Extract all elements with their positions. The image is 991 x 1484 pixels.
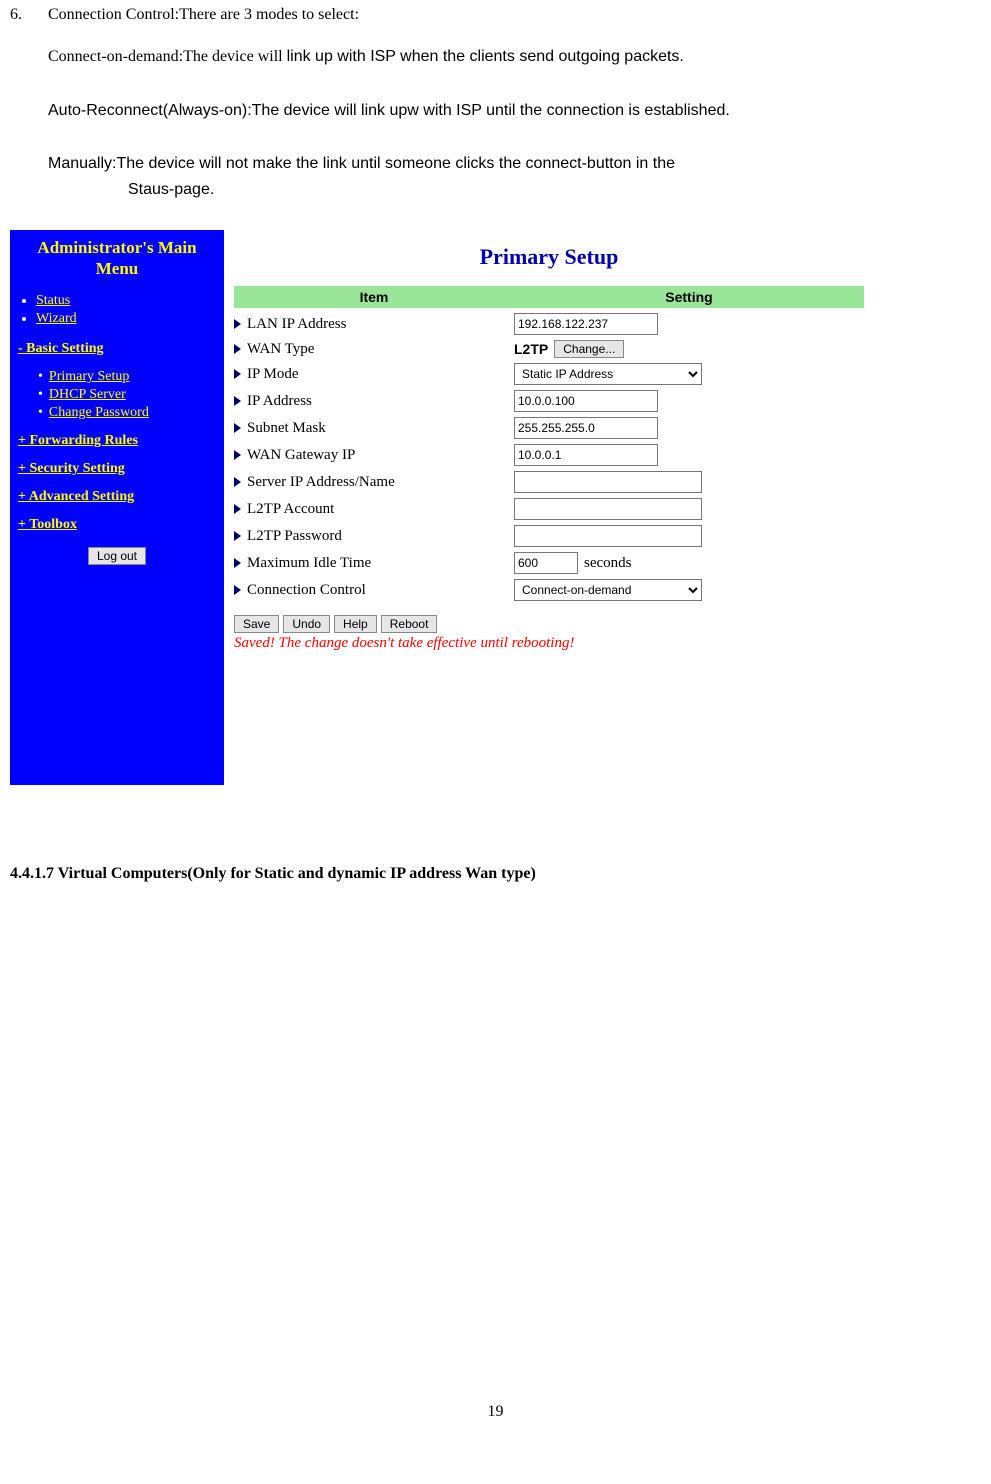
- saved-message: Saved! The change doesn't take effective…: [234, 635, 864, 652]
- lan-ip-input[interactable]: [514, 313, 658, 335]
- header-item: Item: [234, 286, 514, 308]
- reboot-button[interactable]: Reboot: [381, 615, 438, 633]
- doc-text-block: 6. Connection Control:There are 3 modes …: [0, 0, 991, 202]
- connection-control-label: Connection Control: [247, 582, 366, 599]
- triangle-icon: [234, 477, 241, 487]
- triangle-icon: [234, 396, 241, 406]
- undo-button[interactable]: Undo: [283, 615, 330, 633]
- main-content: Primary Setup Item Setting LAN IP Addres…: [224, 230, 870, 785]
- auto-reconnect-desc: Auto-Reconnect(Always-on):The device wil…: [48, 98, 981, 124]
- triangle-icon: [234, 585, 241, 595]
- server-ip-label: Server IP Address/Name: [247, 474, 395, 491]
- sidebar-security-setting-link[interactable]: + Security Setting: [18, 461, 125, 476]
- connect-on-demand-desc: Connect-on-demand:The device will link u…: [48, 44, 981, 70]
- triangle-icon: [234, 344, 241, 354]
- wan-type-label: WAN Type: [247, 341, 314, 358]
- section-heading: 4.4.1.7 Virtual Computers(Only for Stati…: [10, 865, 991, 883]
- l2tp-password-input[interactable]: [514, 525, 702, 547]
- page-number: 19: [0, 1403, 991, 1421]
- idle-unit-label: seconds: [584, 555, 632, 572]
- save-button[interactable]: Save: [234, 615, 279, 633]
- list-title: Connection Control:There are 3 modes to …: [48, 6, 981, 24]
- triangle-icon: [234, 450, 241, 460]
- sidebar-change-password-link[interactable]: Change Password: [49, 405, 149, 420]
- help-button[interactable]: Help: [334, 615, 377, 633]
- l2tp-account-input[interactable]: [514, 498, 702, 520]
- table-header-row: Item Setting: [234, 286, 864, 308]
- triangle-icon: [234, 319, 241, 329]
- sidebar-toolbox-link[interactable]: + Toolbox: [18, 517, 77, 532]
- logout-button[interactable]: Log out: [88, 547, 146, 565]
- list-number: 6.: [10, 6, 48, 24]
- ip-mode-label: IP Mode: [247, 366, 299, 383]
- max-idle-label: Maximum Idle Time: [247, 555, 371, 572]
- triangle-icon: [234, 504, 241, 514]
- lan-ip-label: LAN IP Address: [247, 316, 346, 333]
- sidebar-dhcp-server-link[interactable]: DHCP Server: [49, 387, 126, 402]
- ip-mode-select[interactable]: Static IP Address: [514, 363, 702, 385]
- button-bar: Save Undo Help Reboot: [234, 615, 864, 633]
- wan-type-value: L2TP: [514, 341, 548, 357]
- wan-type-change-button[interactable]: Change...: [554, 340, 624, 358]
- router-admin-screenshot: Administrator's Main Menu Status Wizard …: [10, 230, 870, 785]
- subnet-mask-label: Subnet Mask: [247, 420, 326, 437]
- sidebar-forwarding-rules-link[interactable]: + Forwarding Rules: [18, 433, 138, 448]
- sidebar-advanced-setting-link[interactable]: + Advanced Setting: [18, 489, 134, 504]
- server-ip-input[interactable]: [514, 471, 702, 493]
- connection-control-select[interactable]: Connect-on-demand: [514, 579, 702, 601]
- max-idle-input[interactable]: [514, 552, 578, 574]
- sidebar-basic-setting-link[interactable]: - Basic Setting: [18, 341, 104, 356]
- l2tp-account-label: L2TP Account: [247, 501, 334, 518]
- manually-desc: Manually:The device will not make the li…: [48, 151, 981, 202]
- sidebar-status-link[interactable]: Status: [36, 293, 70, 308]
- triangle-icon: [234, 531, 241, 541]
- ip-address-input[interactable]: [514, 390, 658, 412]
- subnet-mask-input[interactable]: [514, 417, 658, 439]
- wan-gateway-input[interactable]: [514, 444, 658, 466]
- ip-address-label: IP Address: [247, 393, 312, 410]
- sidebar-title: Administrator's Main Menu: [18, 238, 216, 279]
- page-title: Primary Setup: [234, 244, 864, 270]
- l2tp-password-label: L2TP Password: [247, 528, 342, 545]
- sidebar: Administrator's Main Menu Status Wizard …: [10, 230, 224, 785]
- triangle-icon: [234, 369, 241, 379]
- wan-gateway-label: WAN Gateway IP: [247, 447, 355, 464]
- header-setting: Setting: [514, 286, 864, 308]
- sidebar-primary-setup-link[interactable]: Primary Setup: [49, 369, 130, 384]
- sidebar-wizard-link[interactable]: Wizard: [36, 311, 77, 326]
- triangle-icon: [234, 558, 241, 568]
- triangle-icon: [234, 423, 241, 433]
